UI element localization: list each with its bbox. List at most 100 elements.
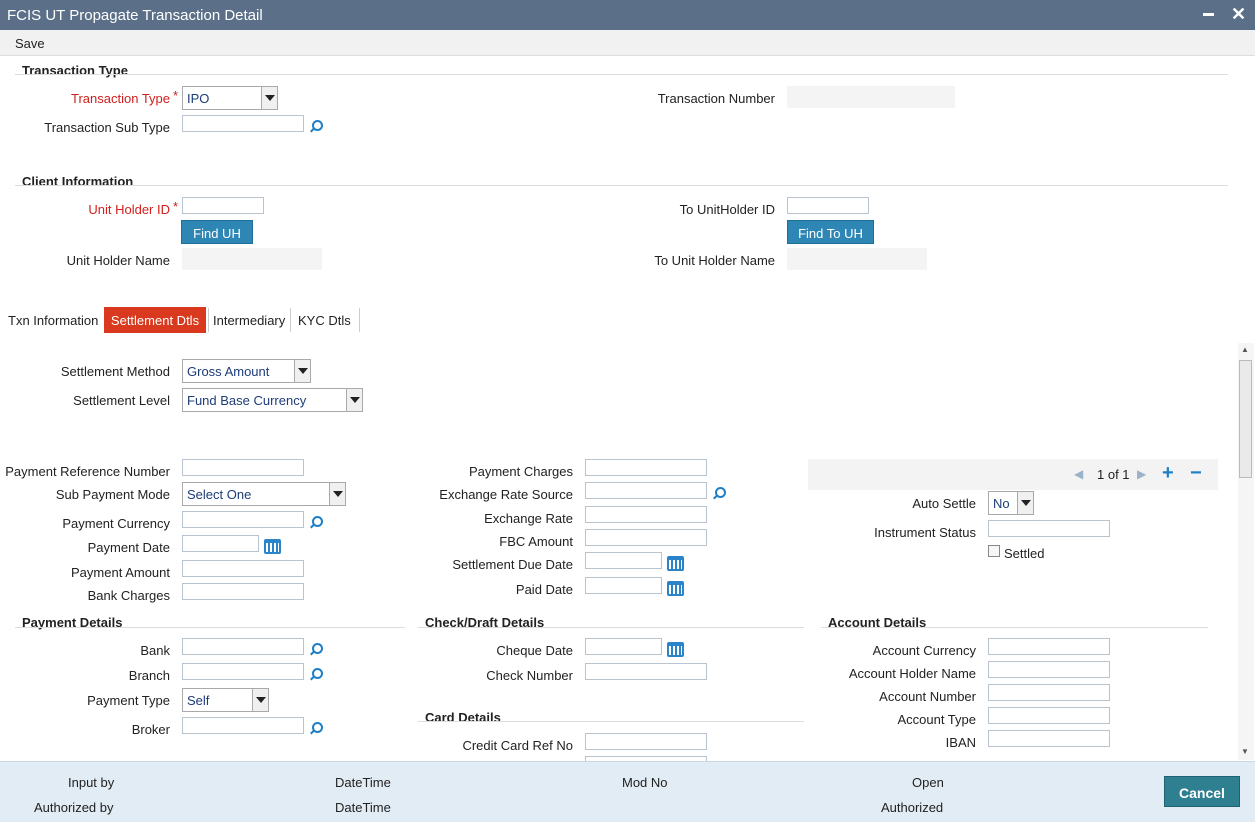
prev-page-icon[interactable]: ◀ (1074, 467, 1083, 481)
payment-amount-input[interactable] (182, 560, 304, 577)
account-holder-name-input[interactable] (988, 661, 1110, 678)
divider (15, 74, 1228, 75)
payment-type-value: Self (187, 693, 210, 708)
settled-checkbox[interactable] (988, 545, 1000, 557)
vertical-scrollbar[interactable]: ▲ ▼ (1238, 343, 1254, 760)
unit-holder-name-field (182, 248, 322, 270)
paid-date-input[interactable] (585, 577, 662, 594)
chevron-down-icon (329, 483, 345, 505)
transaction-type-select[interactable]: IPO (182, 86, 278, 110)
tab-txn-information[interactable]: Txn Information (8, 307, 98, 333)
check-number-input[interactable] (585, 663, 707, 680)
credit-card-ref-input[interactable] (585, 733, 707, 750)
exchange-rate-source-label: Exchange Rate Source (439, 487, 573, 502)
divider (418, 627, 804, 628)
unit-holder-name-label: Unit Holder Name (66, 253, 170, 268)
calendar-icon[interactable] (667, 642, 684, 657)
branch-label: Branch (128, 668, 170, 683)
transaction-type-label: Transaction Type (71, 91, 170, 106)
divider (290, 308, 291, 332)
next-page-icon[interactable]: ▶ (1137, 467, 1146, 481)
broker-label: Broker (131, 722, 170, 737)
account-type-input[interactable] (988, 707, 1110, 724)
account-type-label: Account Type (897, 712, 976, 727)
auto-settle-select[interactable]: No (988, 491, 1034, 515)
payment-currency-input[interactable] (182, 511, 304, 528)
account-currency-label: Account Currency (872, 643, 976, 658)
chevron-down-icon (261, 87, 277, 109)
add-row-icon[interactable]: + (1162, 462, 1174, 485)
to-unitholder-id-input[interactable] (787, 197, 869, 214)
payment-amount-label: Payment Amount (71, 565, 170, 580)
tab-settlement-dtls[interactable]: Settlement Dtls (104, 307, 206, 333)
calendar-icon[interactable] (667, 581, 684, 596)
account-number-input[interactable] (988, 684, 1110, 701)
divider (15, 627, 405, 628)
settlement-method-select[interactable]: Gross Amount (182, 359, 311, 383)
iban-input[interactable] (988, 730, 1110, 747)
search-icon[interactable] (712, 486, 726, 500)
remove-row-icon[interactable]: − (1190, 462, 1202, 485)
tab-intermediary[interactable]: Intermediary (213, 307, 285, 333)
auto-settle-value: No (993, 496, 1010, 511)
exchange-rate-label: Exchange Rate (484, 511, 573, 526)
exchange-rate-source-input[interactable] (585, 482, 707, 499)
divider (821, 627, 1208, 628)
payment-currency-label: Payment Currency (62, 516, 170, 531)
calendar-icon[interactable] (667, 556, 684, 571)
find-to-uh-button[interactable]: Find To UH (787, 220, 874, 244)
broker-input[interactable] (182, 717, 304, 734)
payment-type-select[interactable]: Self (182, 688, 269, 712)
transaction-subtype-input[interactable] (182, 115, 304, 132)
calendar-icon[interactable] (264, 539, 281, 554)
sub-payment-mode-select[interactable]: Select One (182, 482, 346, 506)
unit-holder-id-input[interactable] (182, 197, 264, 214)
datetime-label: DateTime (335, 800, 391, 815)
instrument-status-input[interactable] (988, 520, 1110, 537)
bank-input[interactable] (182, 638, 304, 655)
settlement-level-select[interactable]: Fund Base Currency (182, 388, 363, 412)
to-unitholder-id-label: To UnitHolder ID (679, 202, 775, 217)
scroll-down-icon[interactable]: ▼ (1241, 747, 1249, 756)
tab-kyc-dtls[interactable]: KYC Dtls (298, 307, 351, 333)
unit-holder-id-label: Unit Holder ID (88, 202, 170, 217)
scroll-up-icon[interactable]: ▲ (1241, 345, 1249, 354)
credit-card-ref-label: Credit Card Ref No (462, 738, 573, 753)
sub-payment-mode-value: Select One (187, 487, 252, 502)
search-icon[interactable] (309, 119, 323, 133)
payment-type-label: Payment Type (87, 693, 170, 708)
exchange-rate-input[interactable] (585, 506, 707, 523)
transaction-number-field (787, 86, 955, 108)
payment-charges-input[interactable] (585, 459, 707, 476)
sub-payment-mode-label: Sub Payment Mode (55, 487, 170, 502)
settlement-level-label: Settlement Level (73, 393, 170, 408)
payment-reference-number-input[interactable] (182, 459, 304, 476)
account-currency-input[interactable] (988, 638, 1110, 655)
cheque-date-input[interactable] (585, 638, 662, 655)
search-icon[interactable] (309, 721, 323, 735)
instrument-status-label: Instrument Status (874, 525, 976, 540)
cancel-button[interactable]: Cancel (1164, 776, 1240, 807)
required-icon: * (173, 88, 179, 103)
payment-date-input[interactable] (182, 535, 259, 552)
chevron-down-icon (1017, 492, 1033, 514)
scrollbar-thumb[interactable] (1239, 360, 1252, 478)
required-icon: * (173, 199, 179, 214)
section-transaction-type: Transaction Type (22, 63, 128, 78)
search-icon[interactable] (309, 515, 323, 529)
bank-charges-input[interactable] (182, 583, 304, 600)
bank-charges-label: Bank Charges (87, 588, 170, 603)
mod-no-label: Mod No (622, 775, 668, 790)
search-icon[interactable] (309, 642, 323, 656)
fbc-amount-input[interactable] (585, 529, 707, 546)
chevron-down-icon (252, 689, 268, 711)
find-uh-button[interactable]: Find UH (181, 220, 253, 244)
settlement-due-date-input[interactable] (585, 552, 662, 569)
iban-label: IBAN (945, 735, 976, 750)
settlement-method-label: Settlement Method (60, 364, 170, 379)
search-icon[interactable] (309, 667, 323, 681)
branch-input[interactable] (182, 663, 304, 680)
divider (418, 721, 804, 722)
transaction-subtype-label: Transaction Sub Type (44, 120, 170, 135)
fbc-amount-label: FBC Amount (499, 534, 573, 549)
